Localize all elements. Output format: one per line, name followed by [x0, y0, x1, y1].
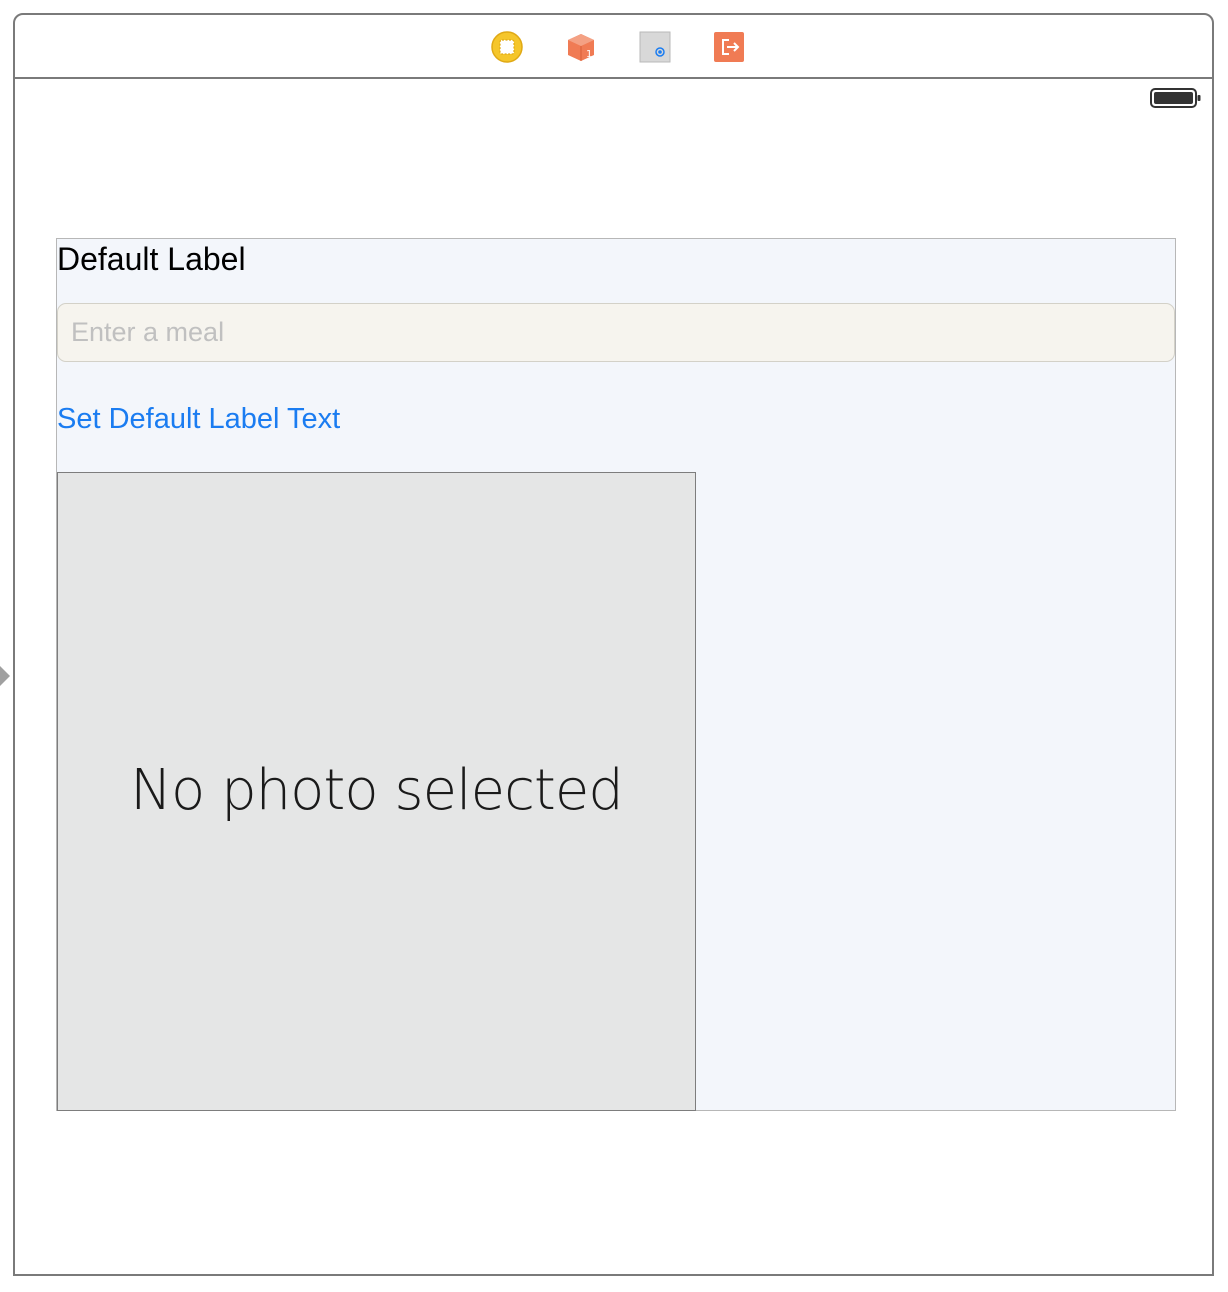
tap-gesture-icon[interactable]: [639, 31, 671, 63]
scene-dock: 1: [15, 15, 1212, 79]
view-controller-icon[interactable]: [491, 31, 523, 63]
photo-image-view[interactable]: No photo selected: [57, 472, 696, 1111]
exit-icon[interactable]: [713, 31, 745, 63]
initial-view-controller-arrow-icon: [0, 666, 10, 686]
no-photo-placeholder: No photo selected: [130, 758, 624, 823]
view-controller-scene: 1 Default Label Set Defaul: [13, 13, 1214, 1276]
vertical-stack-view: Default Label Set Default Label Text No …: [56, 238, 1176, 1111]
meal-name-label: Default Label: [57, 241, 246, 277]
first-responder-icon[interactable]: 1: [565, 31, 597, 63]
svg-text:1: 1: [586, 49, 592, 60]
set-default-label-text-button[interactable]: Set Default Label Text: [57, 399, 340, 439]
meal-name-text-field[interactable]: [57, 303, 1175, 362]
battery-full-icon: [1150, 87, 1202, 109]
